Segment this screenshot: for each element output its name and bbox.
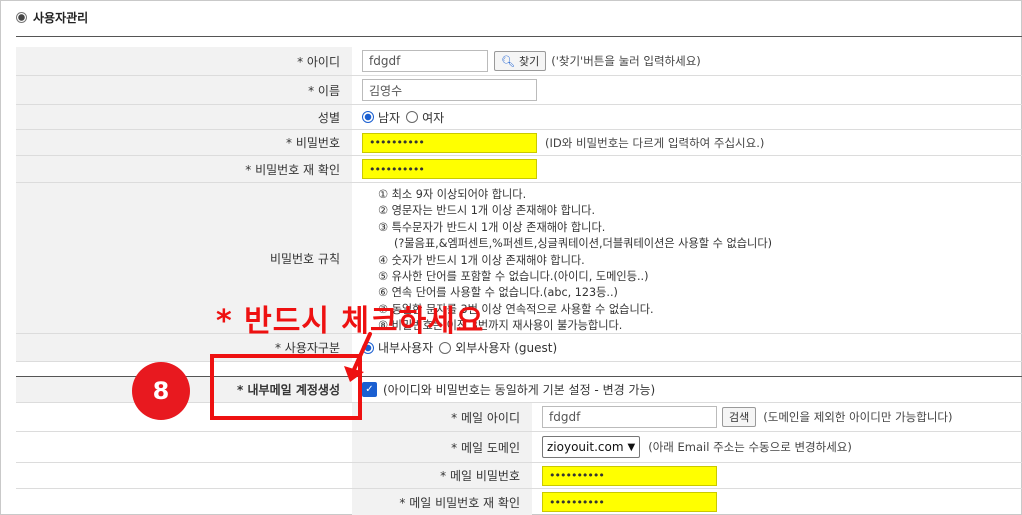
mail-id-search-button[interactable]: 검색	[722, 407, 757, 427]
password-input[interactable]: ••••••••••	[362, 132, 537, 153]
internal-mail-hint: (아이디와 비밀번호는 동일하게 기본 설정 - 변경 가능)	[383, 383, 656, 397]
gender-female-radio[interactable]	[406, 111, 419, 123]
id-search-label: 찾기	[518, 55, 540, 68]
row-password-rules: 비밀번호 규칙 ① 최소 9자 이상되어야 합니다. ② 영문자는 반드시 1개…	[16, 183, 1022, 334]
mail-id-input[interactable]: fdgdf	[542, 406, 717, 428]
user-type-external-label: 외부사용자 (guest)	[455, 341, 558, 355]
mail-domain-label: * 메일 도메인	[352, 432, 532, 462]
mail-domain-select[interactable]: zioyouit.com ▼	[542, 436, 641, 458]
mail-domain-cell: zioyouit.com ▼ (아래 Email 주소는 수동으로 변경하세요)	[532, 432, 1022, 462]
chevron-down-icon: ▼	[627, 441, 636, 453]
rule-line: ③ 특수문자가 반드시 1개 이상 존재해야 합니다.	[378, 220, 606, 234]
gender-female-label: 여자	[422, 110, 445, 125]
row-password-confirm: * 비밀번호 재 확인 ••••••••••	[16, 156, 1022, 183]
id-cell: fdgdf 🔍︎ 찾기 ('찾기'버튼을 눌러 입력하세요)	[352, 47, 1022, 75]
password-confirm-input[interactable]: ••••••••••	[362, 159, 537, 179]
gender-cell: 남자 여자	[352, 105, 1022, 129]
mail-password-confirm-input[interactable]: ••••••••••	[542, 492, 717, 512]
mail-password-label: * 메일 비밀번호	[352, 463, 532, 488]
mail-id-cell: fdgdf 검색 (도메인을 제외한 아이디만 가능합니다)	[532, 403, 1022, 431]
divider	[16, 36, 1022, 37]
rule-line: ⑤ 유사한 단어를 포함할 수 없습니다.(아이디, 도메인등..)	[378, 270, 649, 284]
internal-mail-cell: ✓ (아이디와 비밀번호는 동일하게 기본 설정 - 변경 가능)	[352, 377, 1022, 402]
password-label: * 비밀번호	[16, 130, 352, 155]
rule-line: ① 최소 9자 이상되어야 합니다.	[378, 188, 527, 201]
row-user-type: * 사용자구분 내부사용자 외부사용자 (guest)	[16, 334, 1022, 362]
mail-password-confirm-label: * 메일 비밀번호 재 확인	[352, 489, 532, 515]
bullet-icon	[16, 12, 27, 23]
id-label: * 아이디	[16, 47, 352, 75]
rule-line: (?물음표,&엠퍼센트,%퍼센트,싱글쿼테이션,더블쿼테이션은 사용할 수 없습…	[394, 237, 772, 251]
user-type-external-radio[interactable]	[439, 341, 452, 354]
mail-domain-value: zioyouit.com	[547, 440, 624, 454]
search-icon: 🔍︎	[501, 54, 515, 68]
password-cell: •••••••••• (ID와 비밀번호는 다르게 입력하여 주십시요.)	[352, 130, 1022, 155]
row-gender: 성별 남자 여자	[16, 105, 1022, 130]
password-confirm-label: * 비밀번호 재 확인	[16, 156, 352, 182]
row-mail-domain: * 메일 도메인 zioyouit.com ▼ (아래 Email 주소는 수동…	[16, 432, 1022, 463]
id-hint: ('찾기'버튼을 눌러 입력하세요)	[551, 54, 701, 68]
row-name: * 이름 김영수	[16, 76, 1022, 105]
mail-id-hint: (도메인을 제외한 아이디만 가능합니다)	[763, 410, 953, 424]
row-id: * 아이디 fdgdf 🔍︎ 찾기 ('찾기'버튼을 눌러 입력하세요)	[16, 47, 1022, 76]
row-mail-password: * 메일 비밀번호 ••••••••••	[16, 463, 1022, 489]
row-mail-password-confirm: * 메일 비밀번호 재 확인 ••••••••••	[16, 489, 1022, 515]
name-input[interactable]: 김영수	[362, 79, 537, 101]
row-password: * 비밀번호 •••••••••• (ID와 비밀번호는 다르게 입력하여 주십…	[16, 130, 1022, 156]
rule-line: ④ 숫자가 반드시 1개 이상 존재해야 합니다.	[378, 253, 585, 267]
section-title-text: 사용자관리	[33, 11, 89, 25]
id-search-button[interactable]: 🔍︎ 찾기	[494, 51, 547, 71]
mail-password-confirm-cell: ••••••••••	[532, 489, 1022, 515]
rule-line: ② 영문자는 반드시 1개 이상 존재해야 합니다.	[378, 204, 596, 218]
mail-domain-hint: (아래 Email 주소는 수동으로 변경하세요)	[648, 440, 852, 454]
gender-label: 성별	[16, 105, 352, 129]
section-title: 사용자관리	[16, 9, 88, 26]
name-cell: 김영수	[352, 76, 1022, 104]
mail-password-input[interactable]: ••••••••••	[542, 465, 717, 486]
password-hint: (ID와 비밀번호는 다르게 입력하여 주십시요.)	[545, 135, 765, 150]
highlight-box	[210, 354, 362, 420]
gender-male-label: 남자	[378, 110, 401, 125]
id-input[interactable]: fdgdf	[362, 50, 488, 72]
step-badge: 8	[132, 362, 190, 420]
user-type-internal-label: 내부사용자	[378, 341, 434, 355]
mail-password-cell: ••••••••••	[532, 463, 1022, 488]
password-confirm-cell: ••••••••••	[352, 156, 1022, 182]
mail-id-label: * 메일 아이디	[352, 403, 532, 431]
name-label: * 이름	[16, 76, 352, 104]
gender-male-radio[interactable]	[362, 111, 374, 123]
